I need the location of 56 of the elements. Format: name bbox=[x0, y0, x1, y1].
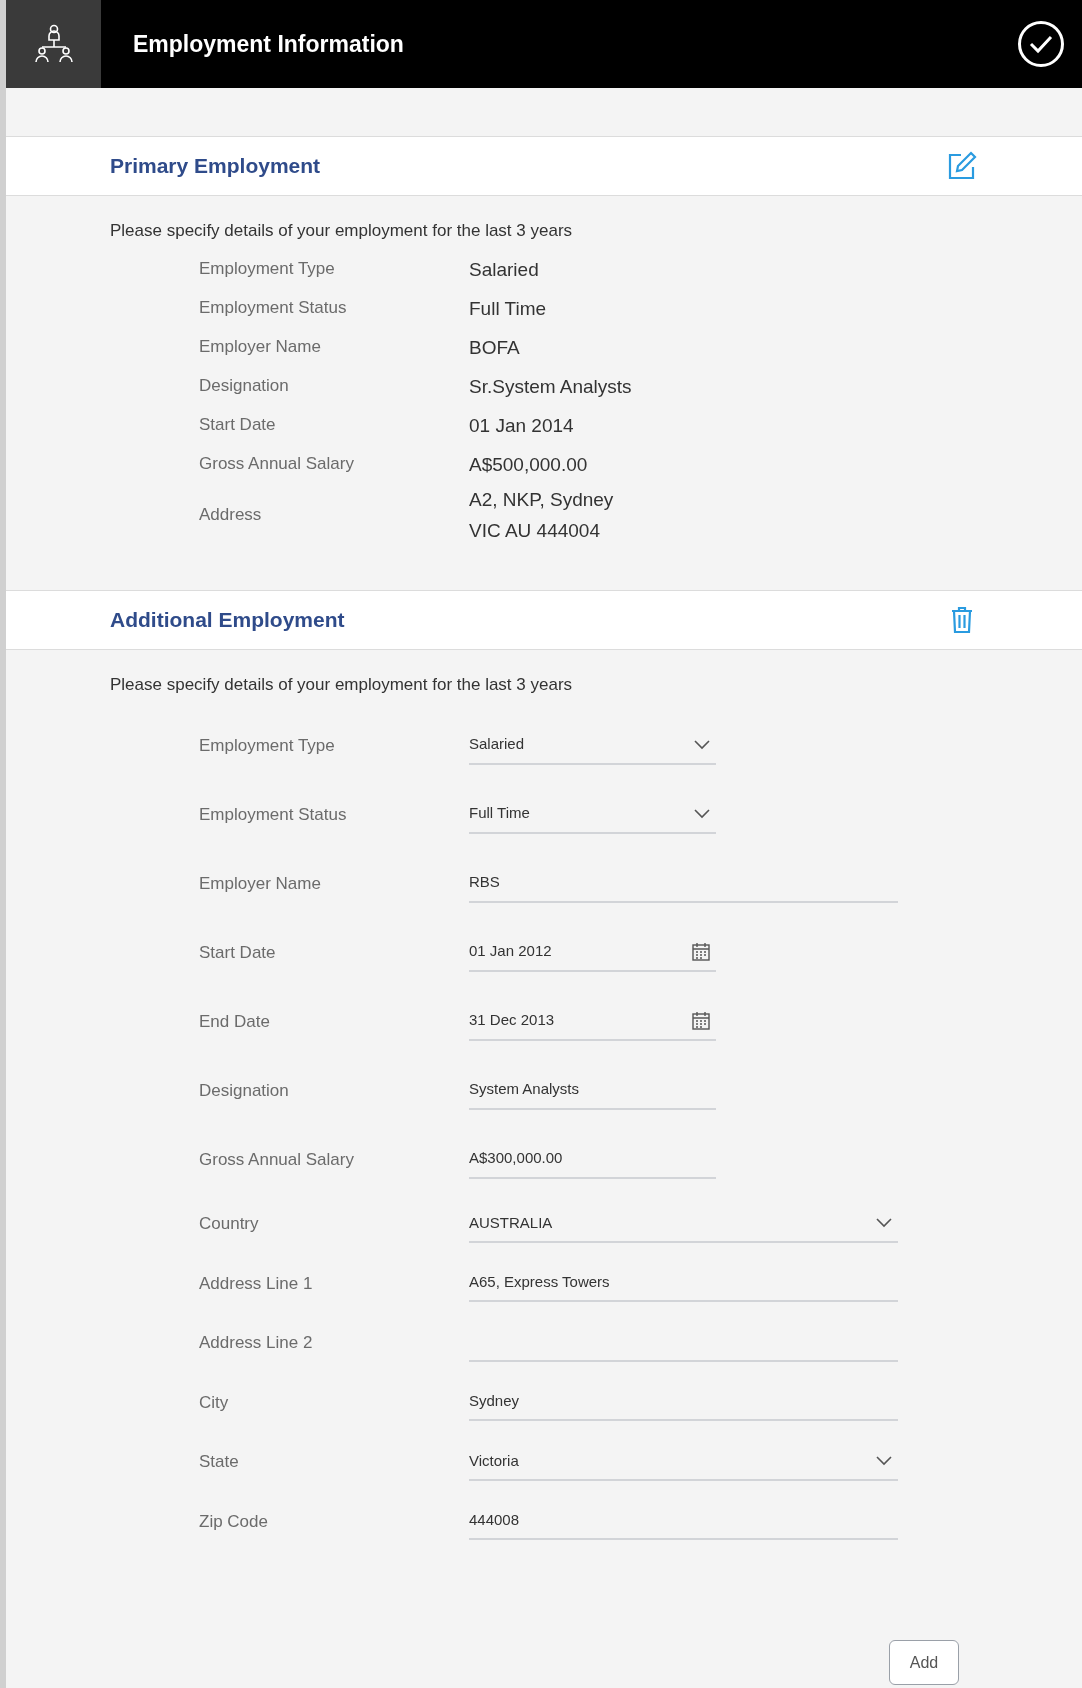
field-label: Address Line 1 bbox=[199, 1272, 314, 1295]
field-value: Full Time bbox=[469, 296, 547, 321]
field-label: Gross Annual Salary bbox=[199, 453, 355, 476]
calendar-icon bbox=[692, 942, 710, 961]
field-label: Address Line 2 bbox=[199, 1332, 314, 1354]
input-field[interactable]: RBS bbox=[469, 864, 898, 903]
field-label: Employer Name bbox=[199, 336, 322, 359]
field-value: 01 Jan 2014 bbox=[469, 413, 574, 438]
section-title: Primary Employment bbox=[110, 153, 321, 180]
input-field[interactable]: 444008 bbox=[469, 1502, 898, 1541]
field-label: Employer Name bbox=[199, 872, 322, 895]
trash-icon[interactable] bbox=[951, 605, 973, 634]
field-value: VIC AU 444004 bbox=[469, 518, 601, 543]
field-label: State bbox=[199, 1451, 240, 1473]
field-label: Gross Annual Salary bbox=[199, 1148, 355, 1171]
dropdown-field[interactable]: AUSTRALIA bbox=[469, 1204, 898, 1243]
field-label: Employment Type bbox=[199, 734, 336, 757]
input-field[interactable]: A$300,000.00 bbox=[469, 1140, 716, 1179]
field-label: Designation bbox=[199, 375, 290, 398]
field-label: Start Date bbox=[199, 414, 277, 437]
date-field[interactable]: 31 Dec 2013 bbox=[469, 1002, 716, 1041]
chevron-down-icon bbox=[876, 1217, 892, 1228]
field-label: Employment Status bbox=[199, 297, 348, 320]
chevron-down-icon bbox=[694, 808, 710, 819]
field-label: Address bbox=[199, 503, 263, 526]
instruction-text: Please specify details of your employment for the last 3 years bbox=[110, 220, 574, 242]
field-label: Designation bbox=[199, 1079, 290, 1102]
field-value: A$500,000.00 bbox=[469, 452, 588, 477]
input-field[interactable]: A65, Express Towers bbox=[469, 1264, 898, 1303]
page-title: Employment Information bbox=[133, 29, 404, 59]
chevron-down-icon bbox=[876, 1455, 892, 1466]
date-field[interactable]: 01 Jan 2012 bbox=[469, 933, 716, 972]
field-label: City bbox=[199, 1391, 230, 1414]
field-label: Employment Status bbox=[199, 803, 348, 826]
field-value: Salaried bbox=[469, 257, 539, 282]
instruction-text: Please specify details of your employment for the last 3 years bbox=[110, 673, 574, 696]
field-value: BOFA bbox=[469, 335, 520, 360]
team-icon bbox=[32, 24, 75, 64]
field-value: Sr.System Analysts bbox=[469, 374, 632, 399]
edit-icon[interactable] bbox=[947, 151, 977, 181]
add-button[interactable]: Add bbox=[889, 1640, 959, 1685]
field-label: Zip Code bbox=[199, 1510, 269, 1533]
chevron-down-icon bbox=[694, 739, 710, 750]
check-circle-icon[interactable] bbox=[1017, 20, 1065, 68]
section-title: Additional Employment bbox=[110, 606, 345, 633]
dropdown-field[interactable]: Victoria bbox=[469, 1442, 898, 1481]
input-field[interactable]: System Analysts bbox=[469, 1071, 716, 1110]
input-field[interactable]: Sydney bbox=[469, 1383, 898, 1422]
dropdown-field[interactable]: Full Time bbox=[469, 795, 716, 834]
field-label: Country bbox=[199, 1213, 260, 1235]
dropdown-field[interactable]: Salaried bbox=[469, 726, 716, 765]
field-label: Employment Type bbox=[199, 258, 336, 281]
field-label: End Date bbox=[199, 1010, 271, 1033]
field-value: A2, NKP, Sydney bbox=[469, 487, 614, 512]
field-label: Start Date bbox=[199, 941, 277, 964]
calendar-icon bbox=[692, 1011, 710, 1030]
